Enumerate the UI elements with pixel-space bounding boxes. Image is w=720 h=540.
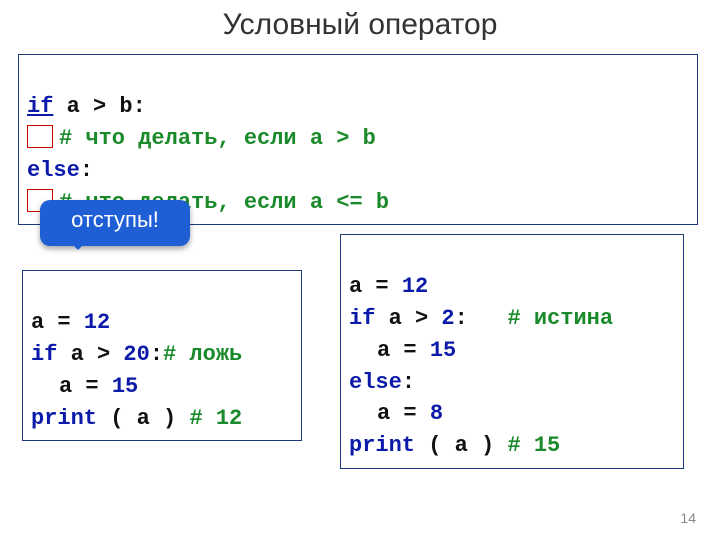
- txt: a >: [375, 306, 441, 331]
- kw-if: if: [349, 306, 375, 331]
- kw-else: else: [349, 370, 402, 395]
- comment: # истина: [507, 306, 613, 331]
- comment: # ложь: [163, 342, 242, 367]
- kw-print: print: [31, 406, 97, 431]
- comment: # что делать, если a > b: [59, 126, 376, 151]
- txt: a =: [377, 338, 430, 363]
- code-block-example-false: a = 12 if a > 20:# ложь a = 15 print ( a…: [22, 270, 302, 441]
- num: 12: [84, 310, 110, 335]
- num: 15: [112, 374, 138, 399]
- num: 8: [430, 401, 443, 426]
- txt: :: [455, 306, 508, 331]
- comment: # 12: [189, 406, 242, 431]
- num: 15: [430, 338, 456, 363]
- txt: :: [80, 158, 93, 183]
- kw-else: else: [27, 158, 80, 183]
- indent-marker: [27, 125, 53, 148]
- page-number: 14: [680, 510, 696, 526]
- txt: :: [150, 342, 163, 367]
- txt: a =: [59, 374, 112, 399]
- txt: a >: [57, 342, 123, 367]
- txt: a =: [31, 310, 84, 335]
- txt: a =: [349, 274, 402, 299]
- callout-indent: отступы!: [40, 200, 190, 246]
- txt: a =: [377, 401, 430, 426]
- txt: ( a ): [97, 406, 189, 431]
- txt: a > b:: [53, 94, 145, 119]
- num: 20: [123, 342, 149, 367]
- txt: ( a ): [415, 433, 507, 458]
- num: 2: [441, 306, 454, 331]
- kw-print: print: [349, 433, 415, 458]
- num: 12: [402, 274, 428, 299]
- kw-if: if: [27, 94, 53, 119]
- code-block-example-true: a = 12 if a > 2: # истина a = 15 else: a…: [340, 234, 684, 469]
- txt: :: [402, 370, 415, 395]
- kw-if: if: [31, 342, 57, 367]
- slide-title: Условный оператор: [0, 8, 720, 42]
- comment: # 15: [507, 433, 560, 458]
